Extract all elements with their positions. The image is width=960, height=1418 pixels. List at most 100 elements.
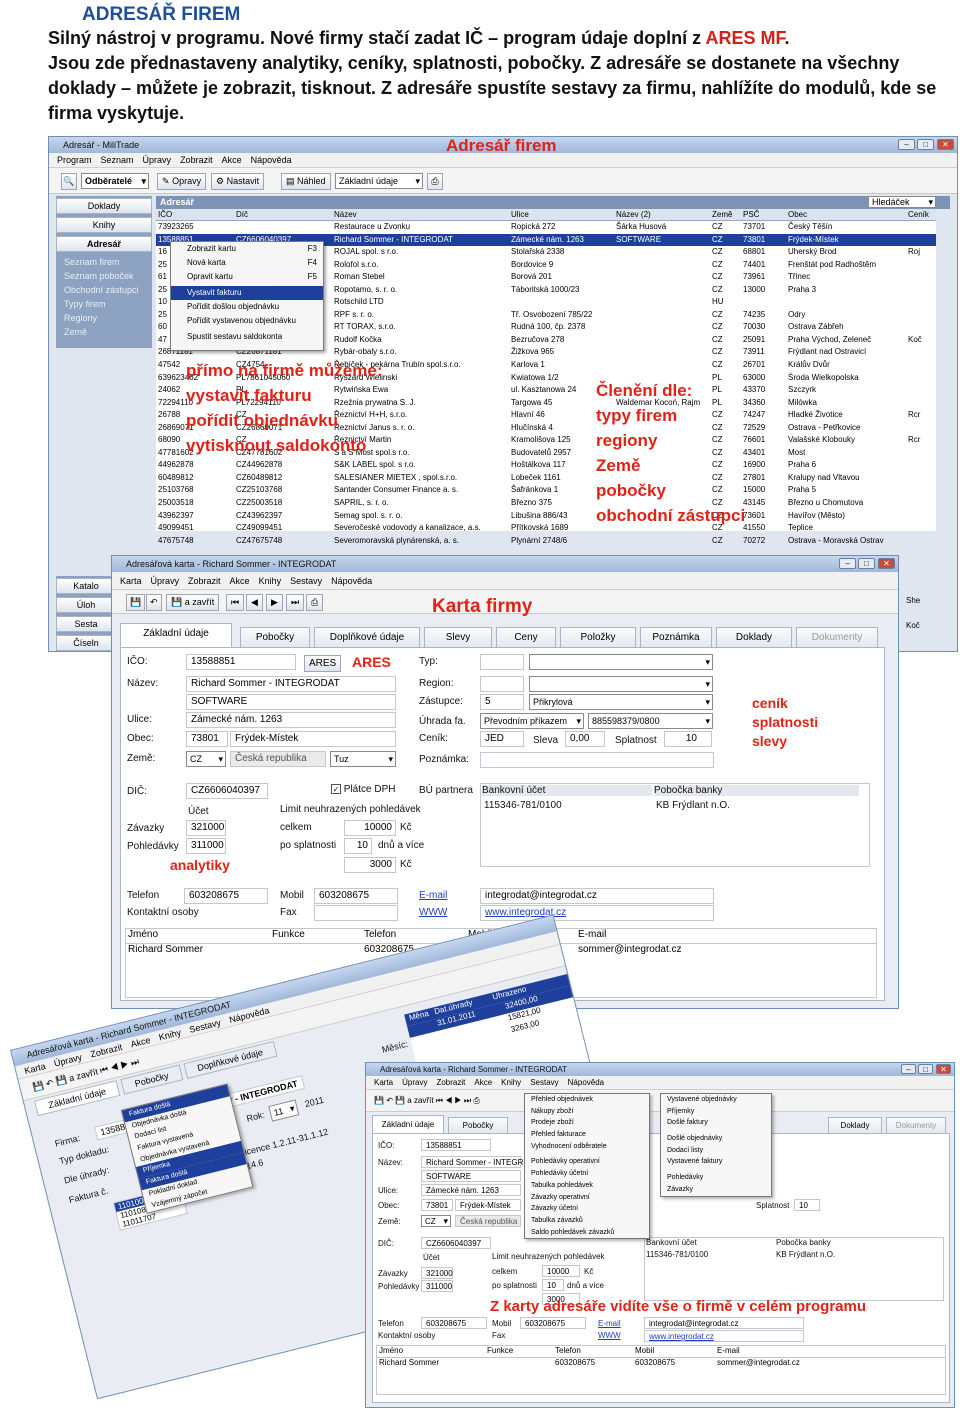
- ctx-poridit-doslou[interactable]: Pořídit došlou objednávku: [171, 300, 323, 314]
- undo-icon[interactable]: ↶: [386, 1096, 395, 1105]
- tab-6[interactable]: Poznámka: [640, 627, 712, 647]
- posplat-dni-field[interactable]: 10: [542, 1279, 564, 1291]
- ares-button[interactable]: ARES: [304, 655, 342, 672]
- sidebar-regiony[interactable]: Regiony: [56, 311, 152, 325]
- menu-item-3[interactable]: Akce: [130, 1035, 152, 1050]
- uhrada-select[interactable]: Převodním příkazem: [480, 713, 584, 729]
- menu-item-6[interactable]: Nápověda: [568, 1078, 604, 1087]
- menu-item-0[interactable]: Karta: [120, 576, 142, 586]
- maximize-button[interactable]: □: [918, 1064, 933, 1074]
- region-select[interactable]: [529, 676, 713, 692]
- minimize-button[interactable]: –: [839, 558, 856, 569]
- telefon-field[interactable]: 603208675: [184, 888, 268, 904]
- search-icon[interactable]: 🔍: [61, 173, 77, 190]
- zavazky-field[interactable]: 321000: [186, 820, 226, 836]
- sidebar-doklady[interactable]: Doklady: [56, 198, 152, 214]
- poznamka-field[interactable]: [480, 752, 714, 768]
- menu-item[interactable]: Prodeje zboží: [525, 1117, 649, 1129]
- nazev-field[interactable]: Richard Sommer - INTEGR: [421, 1156, 523, 1168]
- telefon-field[interactable]: 603208675: [421, 1317, 487, 1329]
- sidebar-seznam-pobocek[interactable]: Seznam poboček: [56, 269, 152, 283]
- menu-item-5[interactable]: Sestavy: [290, 576, 322, 586]
- menu-item-3[interactable]: Zobrazit: [180, 155, 213, 165]
- celkem-field[interactable]: 10000: [344, 820, 396, 836]
- menu-item-1[interactable]: Seznam: [101, 155, 134, 165]
- www-field[interactable]: www.integrodat.cz: [480, 905, 714, 921]
- tab-7[interactable]: Doklady: [716, 627, 792, 647]
- maximize-button[interactable]: □: [858, 558, 875, 569]
- tab-4[interactable]: Ceny: [496, 627, 556, 647]
- mobil-field[interactable]: 603208675: [314, 888, 398, 904]
- email-field[interactable]: integrodat@integrodat.cz: [644, 1317, 804, 1329]
- region-code-field[interactable]: [480, 676, 524, 692]
- view-select[interactable]: Základní údaje: [335, 173, 423, 189]
- sidebar-sestavy[interactable]: Sesta: [56, 616, 116, 632]
- www-field[interactable]: www.integrodat.cz: [644, 1330, 804, 1342]
- ico-field[interactable]: 13588851: [421, 1139, 491, 1151]
- menu-item-2[interactable]: Zobrazit: [188, 576, 221, 586]
- menu-item-2[interactable]: Úpravy: [143, 155, 172, 165]
- splatnost-field[interactable]: 10: [664, 731, 712, 747]
- sidebar-katalog[interactable]: Katalo: [56, 578, 116, 594]
- menu-item[interactable]: Tabulka závazků: [525, 1215, 649, 1227]
- column-header[interactable]: IČO: [158, 209, 234, 221]
- menu-item-5[interactable]: Nápověda: [251, 155, 292, 165]
- dic-field[interactable]: CZ6606040397: [421, 1237, 491, 1249]
- menu-item[interactable]: Vystavené objednávky: [661, 1094, 771, 1106]
- menu-item[interactable]: Příjemky: [661, 1106, 771, 1118]
- column-header[interactable]: Díč: [236, 209, 332, 221]
- tuz-select[interactable]: Tuz: [330, 751, 396, 767]
- menu-item-3[interactable]: Akce: [230, 576, 250, 586]
- ulice-field[interactable]: Zámecké nám. 1263: [421, 1184, 521, 1196]
- column-header[interactable]: Země: [712, 209, 741, 221]
- save-icon[interactable]: 💾: [374, 1096, 386, 1105]
- menu-item[interactable]: Došlé objednávky: [661, 1133, 771, 1145]
- sidebar-seznam-firem[interactable]: Seznam firem: [56, 255, 152, 269]
- email-label[interactable]: E-mail: [419, 890, 447, 901]
- menu-item[interactable]: Závazky: [661, 1184, 771, 1196]
- table-row[interactable]: 47675748 CZ47675748 Severomoravská plynáre…: [156, 535, 936, 548]
- maximize-button[interactable]: □: [917, 139, 934, 150]
- table-row[interactable]: 49099451 CZ49099451 Severočeské vodovody a…: [156, 522, 936, 535]
- sidebar-zeme[interactable]: Země: [56, 325, 152, 339]
- tab-0[interactable]: Základní údaje: [120, 623, 232, 647]
- contacts-row[interactable]: Richard Sommer 603208675 603208675 sommer@i…: [377, 1358, 945, 1370]
- menu-item[interactable]: Pohledávky účetní: [525, 1168, 649, 1180]
- tab-2[interactable]: Doplňkové údaje: [314, 627, 420, 647]
- posplat-dni-field[interactable]: 10: [344, 838, 372, 854]
- dic-field[interactable]: CZ6606040397: [186, 783, 268, 799]
- typ-code-field[interactable]: [480, 654, 524, 670]
- table-row[interactable]: 25103768 CZ25103768 Santander Consumer Fin…: [156, 484, 936, 497]
- menu-item[interactable]: Nákupy zboží: [525, 1106, 649, 1118]
- pohledavky-field[interactable]: 311000: [421, 1280, 453, 1292]
- first-record-icon[interactable]: ⏮: [226, 594, 245, 611]
- mobil-field[interactable]: 603208675: [520, 1317, 586, 1329]
- prev-record-icon[interactable]: ◀: [246, 594, 263, 611]
- close-button[interactable]: ✕: [937, 139, 954, 150]
- tab-dokumenty[interactable]: Dokumenty: [886, 1117, 946, 1133]
- sidebar-knihy[interactable]: Knihy: [56, 217, 152, 233]
- menu-item-1[interactable]: Úpravy: [151, 576, 180, 586]
- sidebar-ulohy[interactable]: Úloh: [56, 597, 116, 613]
- sleva-field[interactable]: 0,00: [565, 731, 605, 747]
- table-row[interactable]: 25003518 CZ25003518 SAPRIL, s. r. o. Březno…: [156, 497, 936, 510]
- typ-select[interactable]: [529, 654, 713, 670]
- menu-item[interactable]: Vystavené faktury: [661, 1156, 771, 1168]
- menu-item[interactable]: Vyhodnocení odběratele: [525, 1141, 649, 1153]
- nazev2-field[interactable]: SOFTWARE: [421, 1170, 521, 1182]
- sidebar-obchodni-zastupci[interactable]: Obchodní zástupci: [56, 283, 152, 297]
- column-header[interactable]: Ulice: [511, 209, 614, 221]
- ico-field[interactable]: 13588851: [186, 654, 296, 670]
- menu-item[interactable]: Závazky účetní: [525, 1203, 649, 1215]
- close-button[interactable]: ✕: [936, 1064, 951, 1074]
- sidebar-adresar[interactable]: Adresář: [56, 236, 152, 252]
- tab-8[interactable]: Dokumenty: [796, 627, 878, 647]
- table-row[interactable]: 73923265 Restaurace u Zvonku Ropická 272 Šá…: [156, 221, 936, 234]
- splatnost-field[interactable]: 10: [794, 1199, 820, 1211]
- ctx-nova-karta[interactable]: Nová karta F4: [171, 256, 323, 270]
- menu-item-2[interactable]: Zobrazit: [436, 1078, 465, 1087]
- minimize-button[interactable]: –: [901, 1064, 916, 1074]
- platce-dph-checkbox[interactable]: ✓ Plátce DPH: [331, 784, 395, 795]
- column-header[interactable]: PSČ: [743, 209, 786, 221]
- ctx-poridit-vystavenou[interactable]: Pořídit vystavenou objednávku: [171, 314, 323, 328]
